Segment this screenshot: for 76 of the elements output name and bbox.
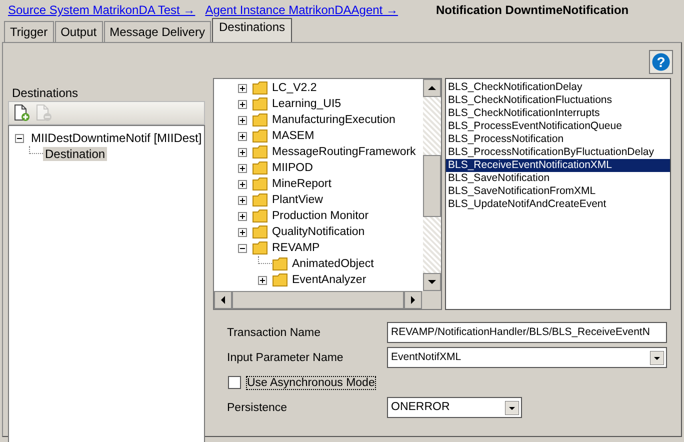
- folder-name[interactable]: MASEM: [272, 130, 314, 142]
- folder-icon: [252, 225, 268, 239]
- dropdown[interactable]: ONERROR: [387, 397, 522, 418]
- expand-icon[interactable]: [238, 116, 247, 124]
- list-item[interactable]: BLS_ReceiveEventNotificationXML: [446, 159, 670, 172]
- page-title: Notification DowntimeNotification: [436, 3, 629, 17]
- expand-icon[interactable]: [238, 164, 247, 172]
- checkbox[interactable]: [228, 376, 241, 389]
- folder-name[interactable]: AnimatedObject: [292, 258, 374, 270]
- folder-icon: [252, 209, 268, 223]
- collapse-icon[interactable]: [15, 134, 24, 142]
- folder-icon: [252, 97, 268, 111]
- expand-icon[interactable]: [238, 212, 247, 220]
- list-item[interactable]: BLS_SaveNotification: [446, 172, 670, 185]
- tab[interactable]: Output: [54, 21, 103, 42]
- expand-icon[interactable]: [238, 100, 247, 108]
- list-item[interactable]: BLS_UpdateNotifAndCreateEvent: [446, 198, 670, 211]
- checkbox-label[interactable]: Use Asynchronous Mode: [247, 376, 375, 388]
- expand-icon[interactable]: [238, 196, 247, 204]
- folder-icon: [252, 145, 268, 159]
- scroll-down-icon[interactable]: [423, 273, 441, 291]
- folder-name[interactable]: REVAMP: [272, 242, 320, 254]
- scroll-left-icon[interactable]: [214, 291, 232, 309]
- folder-icon: [252, 81, 268, 95]
- folder-name[interactable]: ManufacturingExecution: [272, 114, 396, 126]
- folder-name[interactable]: PlantView: [272, 194, 323, 206]
- field-label: Input Parameter Name: [227, 352, 344, 364]
- text-field[interactable]: REVAMP/NotificationHandler/BLS/BLS_ReceiveEventN: [387, 322, 667, 343]
- tab[interactable]: Destinations: [212, 18, 292, 42]
- list-item[interactable]: BLS_ProcessNotification: [446, 133, 670, 146]
- expand-icon[interactable]: [258, 276, 267, 284]
- list-item[interactable]: BLS_ProcessEventNotificationQueue: [446, 120, 670, 133]
- breadcrumb-link[interactable]: Agent Instance MatrikonDAAgent →: [205, 3, 398, 17]
- expand-icon[interactable]: [238, 228, 247, 236]
- tab[interactable]: Message Delivery: [104, 21, 211, 42]
- expand-icon[interactable]: [238, 84, 247, 92]
- vertical-scrollbar[interactable]: [423, 79, 441, 291]
- folder-name[interactable]: MessageRoutingFramework: [272, 146, 416, 158]
- folder-icon: [252, 241, 268, 255]
- expand-icon[interactable]: [238, 132, 247, 140]
- list-item[interactable]: BLS_CheckNotificationDelay: [446, 81, 670, 94]
- tree-item[interactable]: MIIDestDowntimeNotif [MIIDest]: [29, 131, 204, 145]
- folder-name[interactable]: EventAnalyzer: [292, 274, 366, 286]
- field-label: Transaction Name: [227, 326, 322, 338]
- folder-icon: [272, 273, 288, 287]
- folder-icon: [272, 257, 288, 271]
- tree-item[interactable]: Destination: [43, 147, 108, 161]
- folder-name[interactable]: MineReport: [272, 178, 332, 190]
- tab[interactable]: Trigger: [4, 21, 54, 42]
- dropdown-arrow-icon: [505, 400, 519, 414]
- folder-name[interactable]: MIIPOD: [272, 162, 313, 174]
- folder-name[interactable]: QualityNotification: [272, 226, 365, 238]
- folder-name[interactable]: Learning_UI5: [272, 98, 342, 110]
- list-item[interactable]: BLS_ProcessNotificationByFluctuationDelay: [446, 146, 670, 159]
- scroll-right-icon[interactable]: [404, 291, 422, 309]
- expand-icon[interactable]: [238, 180, 247, 188]
- breadcrumb-link[interactable]: Source System MatrikonDA Test →: [8, 3, 196, 17]
- collapse-icon[interactable]: [238, 244, 247, 252]
- section-title: Destinations: [11, 85, 80, 101]
- help-button[interactable]: ?: [649, 50, 673, 74]
- list-item[interactable]: BLS_CheckNotificationFluctuations: [446, 94, 670, 107]
- folder-icon: [252, 161, 268, 175]
- folder-icon: [252, 177, 268, 191]
- list-item[interactable]: BLS_CheckNotificationInterrupts: [446, 107, 670, 120]
- folder-name[interactable]: Production Monitor: [272, 210, 369, 222]
- folder-icon: [252, 129, 268, 143]
- folder-icon: [252, 113, 268, 127]
- add-document-icon[interactable]: [13, 104, 31, 122]
- expand-icon[interactable]: [238, 148, 247, 156]
- scroll-up-icon[interactable]: [423, 79, 441, 97]
- dropdown-arrow-icon: [650, 350, 664, 364]
- list-item[interactable]: BLS_SaveNotificationFromXML: [446, 185, 670, 198]
- folder-icon: [252, 193, 268, 207]
- dropdown[interactable]: EventNotifXML: [387, 347, 667, 368]
- field-label: Persistence: [227, 402, 288, 414]
- folder-name[interactable]: LC_V2.2: [272, 82, 317, 94]
